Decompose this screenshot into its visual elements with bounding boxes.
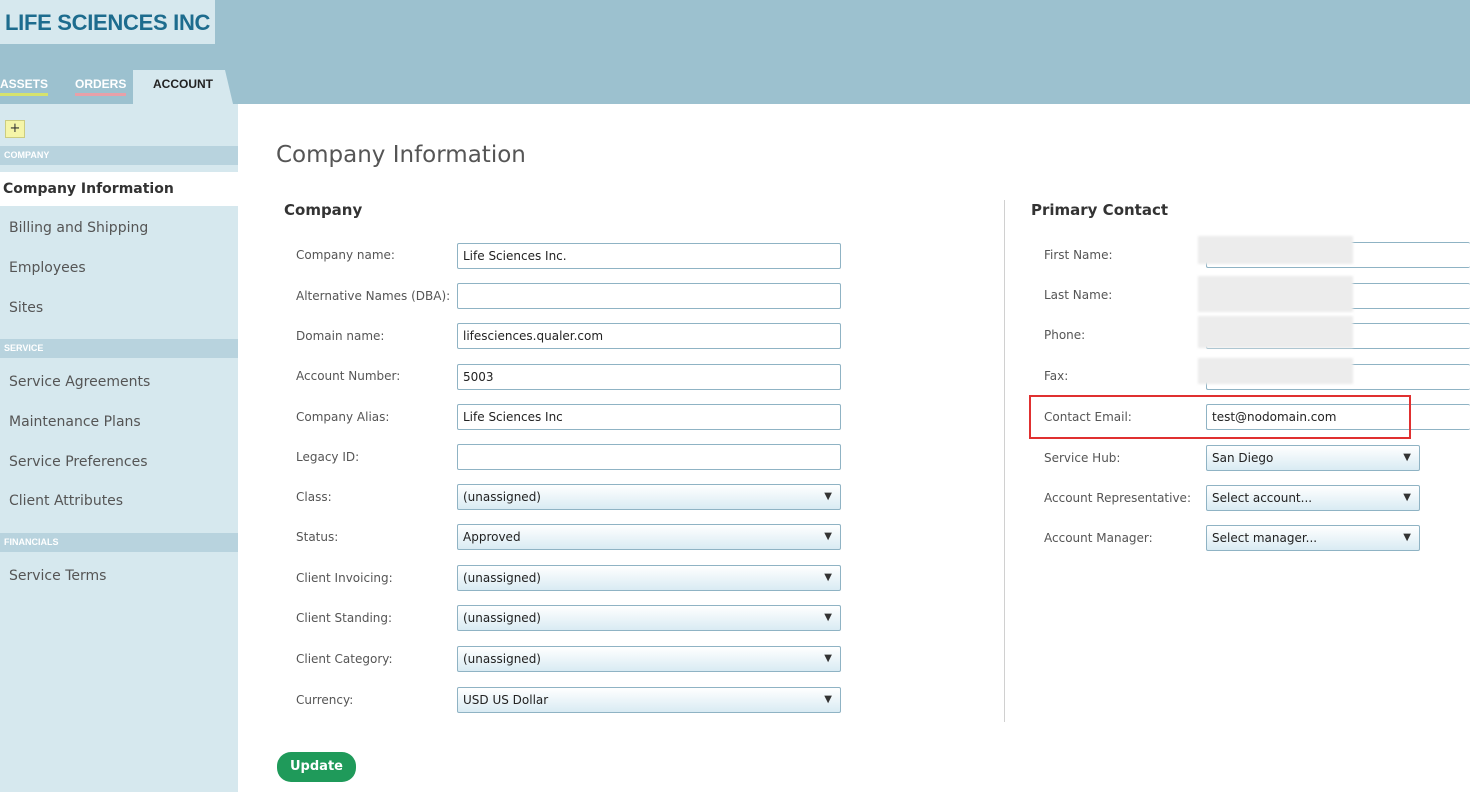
redacted-last-name	[1198, 276, 1353, 312]
add-button[interactable]: +	[5, 120, 25, 138]
sidebar-item-service-terms[interactable]: Service Terms	[0, 559, 238, 593]
logo-text: LIFE SCIENCES INC	[5, 10, 211, 35]
contact-email-highlight	[1029, 395, 1411, 439]
redacted-phone	[1198, 316, 1353, 348]
first-name-label: First Name:	[1044, 248, 1113, 262]
chevron-down-icon: ▼	[1403, 452, 1411, 463]
status-label: Status:	[296, 530, 339, 544]
chevron-down-icon: ▼	[824, 531, 832, 542]
update-button[interactable]: Update	[277, 752, 356, 782]
chevron-down-icon: ▼	[1403, 492, 1411, 503]
account-number-input[interactable]: 5003	[457, 364, 841, 390]
account-manager-select[interactable]: Select manager... ▼	[1206, 525, 1420, 551]
legacy-id-input[interactable]	[457, 444, 841, 470]
alt-names-label: Alternative Names (DBA):	[296, 289, 451, 303]
domain-name-input[interactable]: lifesciences.qualer.com	[457, 323, 841, 349]
currency-label: Currency:	[296, 693, 354, 707]
company-alias-input[interactable]: Life Sciences Inc	[457, 404, 841, 430]
column-divider	[1004, 200, 1005, 722]
page-title: Company Information	[276, 142, 526, 168]
sidebar-section-service: SERVICE	[0, 339, 238, 358]
redacted-fax	[1198, 358, 1353, 384]
company-heading: Company	[284, 201, 363, 219]
client-standing-label: Client Standing:	[296, 611, 393, 625]
client-category-label: Client Category:	[296, 652, 393, 666]
service-hub-select[interactable]: San Diego ▼	[1206, 445, 1420, 471]
chevron-down-icon: ▼	[824, 612, 832, 623]
company-name-input[interactable]: Life Sciences Inc.	[457, 243, 841, 269]
company-alias-label: Company Alias:	[296, 410, 390, 424]
domain-name-label: Domain name:	[296, 329, 385, 343]
account-representative-select[interactable]: Select account... ▼	[1206, 485, 1420, 511]
class-select[interactable]: (unassigned) ▼	[457, 484, 841, 510]
currency-select[interactable]: USD US Dollar ▼	[457, 687, 841, 713]
client-standing-select[interactable]: (unassigned) ▼	[457, 605, 841, 631]
sidebar-section-financials: FINANCIALS	[0, 533, 238, 552]
service-hub-label: Service Hub:	[1044, 451, 1121, 465]
sidebar-item-service-preferences[interactable]: Service Preferences	[0, 445, 238, 479]
account-representative-label: Account Representative:	[1044, 491, 1191, 505]
chevron-down-icon: ▼	[1403, 532, 1411, 543]
client-invoicing-label: Client Invoicing:	[296, 571, 393, 585]
chevron-down-icon: ▼	[824, 572, 832, 583]
logo[interactable]: LIFE SCIENCES INC	[0, 0, 215, 44]
tab-orders[interactable]: ORDERS	[75, 74, 135, 104]
redacted-first-name	[1198, 236, 1353, 264]
account-manager-label: Account Manager:	[1044, 531, 1153, 545]
primary-contact-heading: Primary Contact	[1031, 201, 1169, 219]
chevron-down-icon: ▼	[824, 653, 832, 664]
sidebar-section-company: COMPANY	[0, 146, 238, 165]
sidebar-item-service-agreements[interactable]: Service Agreements	[0, 365, 238, 399]
sidebar-item-client-attributes[interactable]: Client Attributes	[0, 484, 238, 518]
sidebar-item-company-information[interactable]: Company Information	[0, 172, 238, 206]
sidebar-item-maintenance-plans[interactable]: Maintenance Plans	[0, 405, 238, 439]
chevron-down-icon: ▼	[824, 694, 832, 705]
status-select[interactable]: Approved ▼	[457, 524, 841, 550]
sidebar-item-billing-and-shipping[interactable]: Billing and Shipping	[0, 211, 238, 245]
legacy-id-label: Legacy ID:	[296, 450, 360, 464]
phone-label: Phone:	[1044, 328, 1086, 342]
company-name-label: Company name:	[296, 248, 395, 262]
chevron-down-icon: ▼	[824, 491, 832, 502]
fax-label: Fax:	[1044, 369, 1069, 383]
account-number-label: Account Number:	[296, 369, 401, 383]
tab-assets[interactable]: ASSETS	[0, 74, 62, 104]
sidebar-item-sites[interactable]: Sites	[0, 291, 238, 325]
tab-account-label[interactable]: ACCOUNT	[153, 77, 213, 91]
client-category-select[interactable]: (unassigned) ▼	[457, 646, 841, 672]
class-label: Class:	[296, 490, 332, 504]
sidebar-item-employees[interactable]: Employees	[0, 251, 238, 285]
client-invoicing-select[interactable]: (unassigned) ▼	[457, 565, 841, 591]
alt-names-input[interactable]	[457, 283, 841, 309]
last-name-label: Last Name:	[1044, 288, 1113, 302]
